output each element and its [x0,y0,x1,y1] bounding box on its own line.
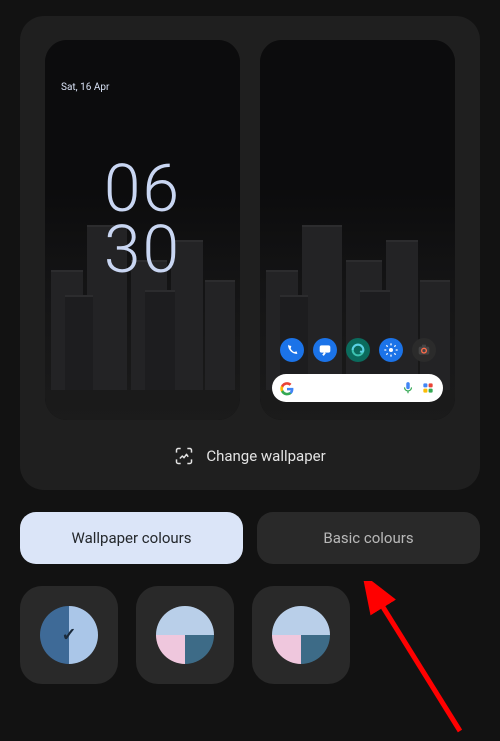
tab-label: Basic colours [323,529,413,547]
lock-date: Sat, 16 Apr [61,82,109,93]
preview-row: Sat, 16 Apr 06 30 [38,40,462,420]
home-screen-preview[interactable] [260,40,455,420]
wallpaper-city-art [260,40,455,420]
colour-source-tabs: Wallpaper colours Basic colours [20,512,480,564]
lens-icon [421,381,435,395]
lock-screen-preview[interactable]: Sat, 16 Apr 06 30 [45,40,240,420]
google-logo-icon [280,381,294,395]
wallpaper-preview-card: Sat, 16 Apr 06 30 [20,16,480,490]
search-bar [272,374,443,402]
phone-icon [280,338,304,362]
wallpaper-icon [174,446,194,466]
swatch-circle [156,606,214,664]
lock-clock: 06 30 [45,160,240,281]
tab-wallpaper-colours[interactable]: Wallpaper colours [20,512,243,564]
tab-label: Wallpaper colours [72,529,192,547]
dock [260,338,455,362]
mic-icon [401,381,415,395]
change-wallpaper-button[interactable]: Change wallpaper [38,440,462,470]
swatch-circle [272,606,330,664]
messages-icon [313,338,337,362]
settings-icon [379,338,403,362]
colour-swatch-row: ✓ [20,586,480,684]
colour-swatch[interactable]: ✓ [20,586,118,684]
edge-icon [346,338,370,362]
colour-swatch[interactable] [136,586,234,684]
change-wallpaper-label: Change wallpaper [206,447,325,465]
lock-clock-minutes: 30 [45,221,240,282]
check-icon: ✓ [61,625,76,646]
colour-swatch[interactable] [252,586,350,684]
camera-icon [412,338,436,362]
tab-basic-colours[interactable]: Basic colours [257,512,480,564]
